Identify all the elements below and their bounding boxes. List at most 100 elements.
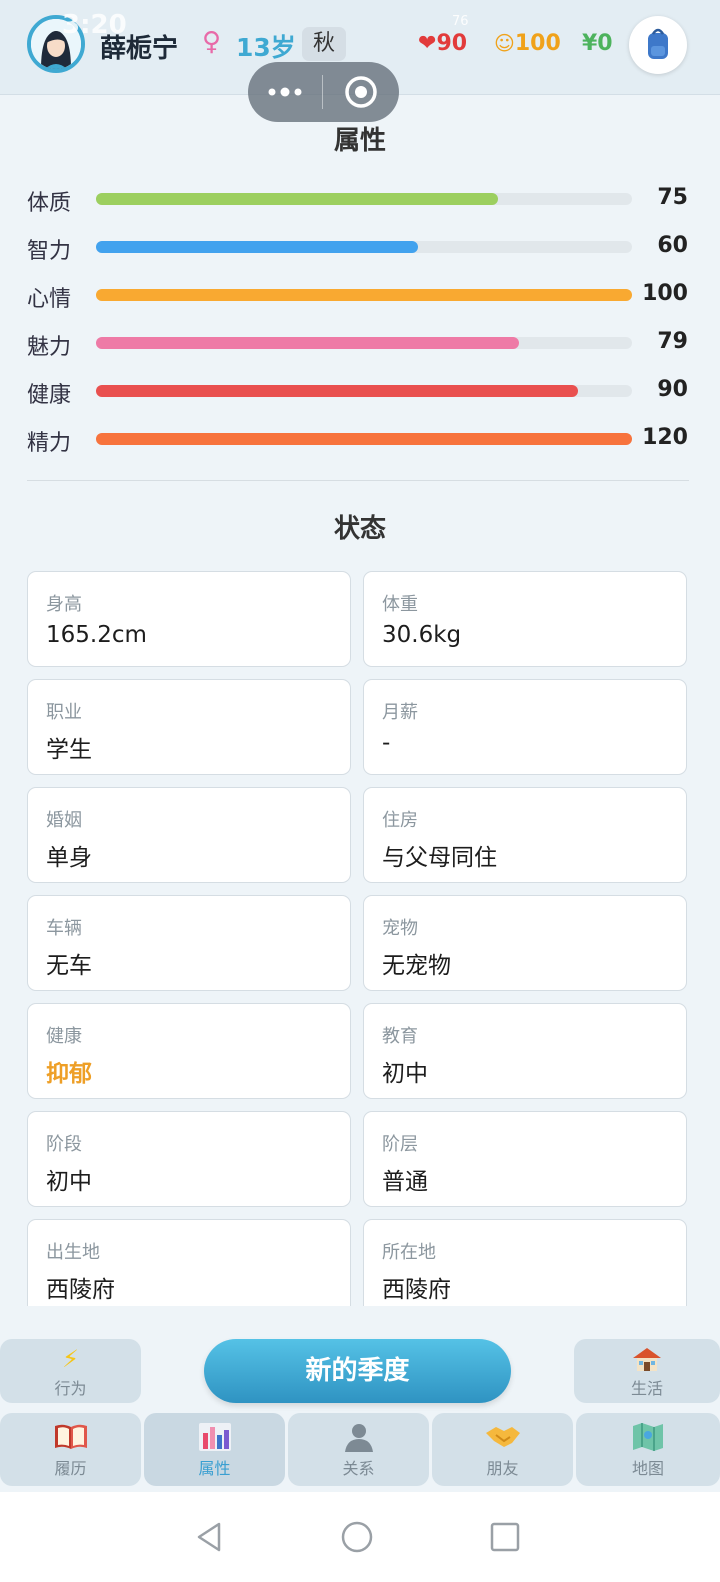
card-key: 宠物	[382, 918, 418, 939]
attribute-bar-track	[96, 385, 632, 397]
heart-stat: ❤90	[418, 31, 467, 56]
back-triangle-icon[interactable]	[192, 1520, 226, 1554]
card-key: 阶层	[382, 1134, 418, 1155]
status-card-occupation: 职业 学生	[27, 679, 351, 775]
attribute-bar-fill	[96, 241, 418, 253]
tab-attributes[interactable]: 属性	[144, 1413, 285, 1486]
attribute-label: 健康	[27, 383, 72, 408]
mini-program-capsule	[248, 62, 399, 122]
attribute-value: 60	[657, 233, 688, 258]
attribute-bar-track	[96, 193, 632, 205]
card-key: 婚姻	[46, 810, 82, 831]
attribute-row: 魅力 79	[0, 323, 720, 363]
book-icon	[0, 1421, 141, 1458]
status-card-location: 所在地 西陵府	[363, 1219, 687, 1306]
tab-relations[interactable]: 关系	[288, 1413, 429, 1486]
house-icon	[574, 1345, 720, 1379]
attribute-row: 健康 90	[0, 371, 720, 411]
card-key: 身高	[46, 594, 82, 615]
attribute-label: 魅力	[27, 335, 72, 360]
status-card-stage: 阶段 初中	[27, 1111, 351, 1207]
card-value: -	[382, 730, 391, 756]
season-badge: 秋	[302, 27, 346, 61]
tab-friends[interactable]: 朋友	[432, 1413, 573, 1486]
attributes-title: 属性	[333, 126, 386, 156]
attribute-label: 精力	[27, 431, 72, 456]
card-value: 普通	[382, 1169, 428, 1195]
card-value: 30.6kg	[382, 622, 462, 648]
card-key: 所在地	[382, 1242, 436, 1263]
behavior-button[interactable]: ⚡ 行为	[0, 1339, 141, 1403]
attribute-label: 智力	[27, 239, 72, 264]
attribute-value: 75	[657, 185, 688, 210]
status-card-class: 阶层 普通	[363, 1111, 687, 1207]
tab-label: 属性	[198, 1459, 231, 1478]
tab-label: 关系	[342, 1459, 375, 1478]
attribute-label: 体质	[27, 191, 72, 216]
status-title: 状态	[333, 514, 386, 544]
attribute-bar-fill	[96, 337, 520, 349]
section-divider	[27, 480, 689, 481]
handshake-icon	[432, 1421, 573, 1458]
more-dots-icon[interactable]	[248, 62, 322, 122]
card-value: 无宠物	[382, 953, 451, 979]
card-key: 健康	[46, 1026, 82, 1047]
card-key: 车辆	[46, 918, 82, 939]
tab-resume[interactable]: 履历	[0, 1413, 141, 1486]
attribute-row: 智力 60	[0, 227, 720, 267]
card-value: 抑郁	[46, 1061, 92, 1087]
status-bar-icons: 76	[452, 14, 469, 29]
recents-square-icon[interactable]	[488, 1520, 522, 1554]
character-age: 13岁	[236, 33, 296, 62]
status-card-pet: 宠物 无宠物	[363, 895, 687, 991]
attribute-bar-track	[96, 433, 632, 445]
attribute-value: 90	[657, 377, 688, 402]
tab-label: 地图	[631, 1459, 664, 1478]
attribute-bar-track	[96, 337, 632, 349]
home-circle-icon[interactable]	[340, 1520, 374, 1554]
attribute-value: 79	[657, 329, 688, 354]
new-season-button[interactable]: 新的季度	[204, 1339, 511, 1403]
tab-label: 履历	[54, 1459, 87, 1478]
gender-female-icon: ♀	[202, 27, 222, 57]
life-button[interactable]: 生活	[574, 1339, 720, 1403]
status-card-height: 身高 165.2cm	[27, 571, 351, 667]
attribute-row: 精力 120	[0, 419, 720, 459]
attribute-value: 100	[642, 281, 688, 306]
card-key: 阶段	[46, 1134, 82, 1155]
attribute-bar-track	[96, 289, 632, 301]
status-card-education: 教育 初中	[363, 1003, 687, 1099]
attribute-bar-fill	[96, 193, 498, 205]
happiness-value: 100	[514, 31, 561, 56]
attribute-row: 心情 100	[0, 275, 720, 315]
lightning-icon: ⚡	[62, 1345, 79, 1373]
status-card-salary: 月薪 -	[363, 679, 687, 775]
status-card-weight: 体重 30.6kg	[363, 571, 687, 667]
status-card-vehicle: 车辆 无车	[27, 895, 351, 991]
card-value: 单身	[46, 845, 92, 871]
smile-icon: ☺	[494, 31, 515, 55]
backpack-button[interactable]	[629, 16, 687, 74]
heart-icon: ❤	[418, 31, 437, 56]
card-value: 无车	[46, 953, 92, 979]
card-value: 西陵府	[46, 1277, 115, 1303]
attribute-bar-track	[96, 241, 632, 253]
life-label: 生活	[630, 1379, 663, 1398]
tab-map[interactable]: 地图	[576, 1413, 720, 1486]
close-target-icon[interactable]	[323, 62, 399, 122]
behavior-label: 行为	[54, 1379, 87, 1398]
backpack-icon	[648, 28, 668, 59]
money-value: ¥0	[582, 31, 613, 56]
card-key: 教育	[382, 1026, 418, 1047]
happiness-stat: ☺100	[494, 31, 561, 56]
attribute-value: 120	[642, 425, 688, 450]
card-key: 住房	[382, 810, 418, 831]
attribute-label: 心情	[27, 287, 72, 312]
status-card-housing: 住房 与父母同住	[363, 787, 687, 883]
card-key: 出生地	[46, 1242, 100, 1263]
tab-label: 朋友	[486, 1459, 519, 1478]
status-card-grid[interactable]: 身高 165.2cm 体重 30.6kg 职业 学生 月薪 - 婚姻 单身 住房…	[0, 570, 720, 1306]
heart-value: 90	[436, 31, 468, 56]
card-value: 初中	[382, 1061, 428, 1087]
status-card-health: 健康 抑郁	[27, 1003, 351, 1099]
